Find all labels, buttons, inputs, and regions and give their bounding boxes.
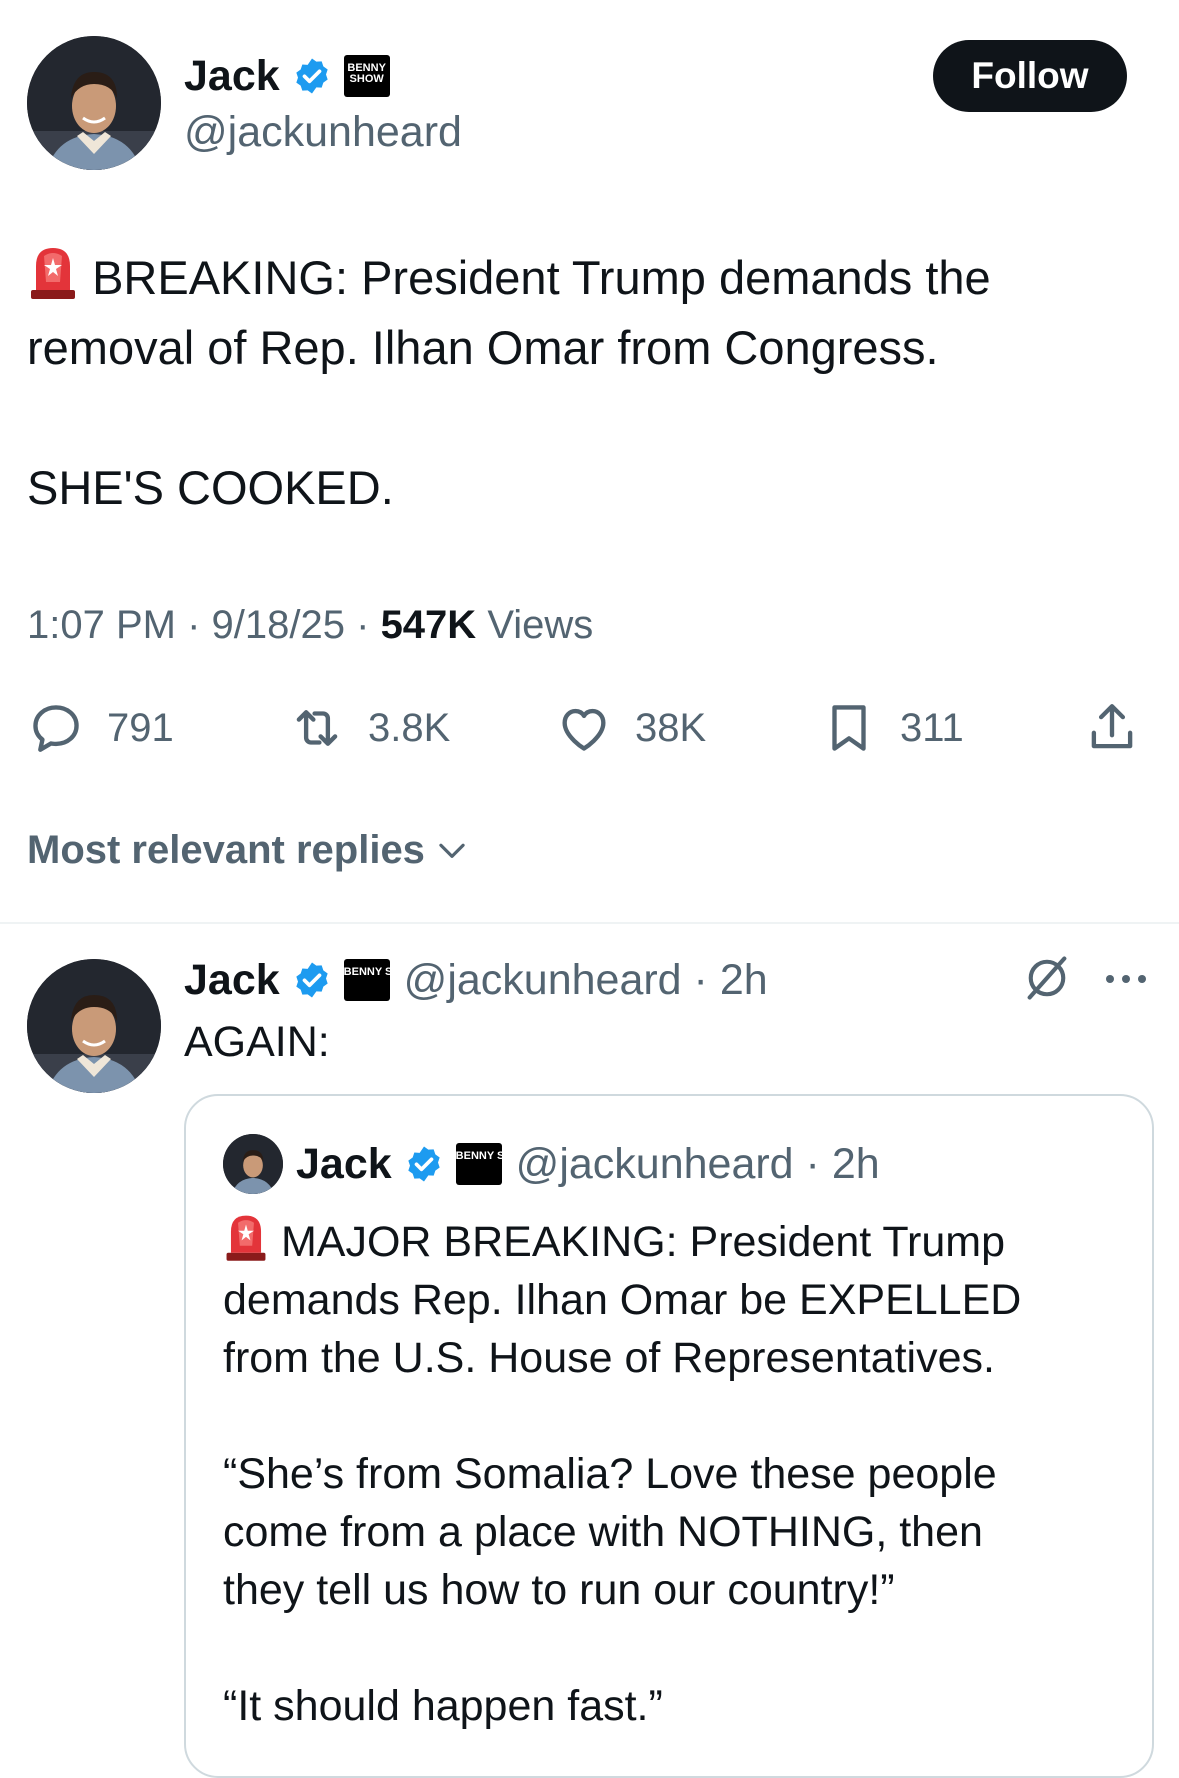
siren-emoji [31,248,75,299]
bookmark-count: 311 [900,705,964,750]
reply-button[interactable]: 791 [27,698,174,758]
verified-badge-icon [296,58,328,94]
quote-author-avatar [223,1134,283,1194]
repost-count: 3.8K [368,705,451,750]
like-button[interactable]: 38K [555,698,706,758]
tweet-line-3: SHE'S COOKED. [27,461,394,514]
meta-separator: · [356,603,381,647]
quote-line-5: come from a place with NOTHING, then [223,1508,983,1556]
quote-author-handle: @jackunheard [515,1139,794,1188]
tweet-text: BREAKING: President Trump demands the re… [27,242,1157,523]
quote-line-3: from the U.S. House of Representatives. [223,1334,995,1382]
heart-icon [562,708,606,751]
tweet-line-1: BREAKING: President Trump demands the [92,251,991,304]
repost-icon [296,710,338,746]
quote-line: MAJOR BREAKING: President Trump [223,1210,1133,1271]
bookmark-button[interactable]: 311 [820,698,964,758]
quote-line-2: demands Rep. Ilhan Omar be EXPELLED [223,1276,1022,1324]
tweet-time[interactable]: 1:07 PM [27,603,176,647]
verified-badge-icon [408,1146,440,1182]
reply-text: AGAIN: [184,1018,330,1066]
reply-header: Jack BENNY SHOW @jackunheard · 2h [184,952,768,1008]
share-icon [1091,704,1133,749]
quote-line-6: they tell us how to run our country!” [223,1566,895,1614]
replies-filter[interactable]: Most relevant replies [27,822,471,878]
section-divider [0,922,1179,924]
tweet-meta: 1:07 PM · 9/18/25 · 547K Views [27,598,593,652]
tweet-line-2: removal of Rep. Ilhan Omar from Congress… [27,321,939,374]
author-name[interactable]: Jack [184,52,280,101]
quote-line-1: MAJOR BREAKING: President Trump [280,1218,1005,1266]
reply-author-handle[interactable]: @jackunheard [404,956,682,1005]
author-name-row: Jack BENNY SHOW [184,48,390,104]
author-avatar[interactable] [27,36,161,170]
reply-author-avatar[interactable] [27,959,161,1093]
quote-line-4: “She’s from Somalia? Love these people [223,1450,997,1498]
quote-author-name: Jack [296,1139,392,1188]
follow-button[interactable]: Follow [933,40,1127,112]
bookmark-icon [832,705,866,751]
meta-separator: · [793,1139,832,1188]
author-handle[interactable]: @jackunheard [184,104,462,160]
affiliate-badge[interactable]: BENNY SHOW [343,959,419,1001]
quote-text: MAJOR BREAKING: President Trump demands … [223,1210,1133,1735]
more-icon[interactable] [1102,969,1150,989]
quote-time: 2h [831,1139,880,1188]
grok-icon[interactable] [1021,952,1073,1004]
repost-button[interactable]: 3.8K [288,698,450,758]
reply-author-name[interactable]: Jack [184,956,280,1005]
meta-separator: · [187,603,212,647]
like-count: 38K [635,705,707,750]
share-button[interactable] [1083,698,1141,758]
affiliate-badge: BENNY SHOW [455,1143,531,1185]
affiliate-badge[interactable]: BENNY SHOW [343,55,390,97]
quote-header: Jack BENNY SHOW @jackunheard · 2h [296,1136,880,1192]
chevron-down-icon [439,843,465,858]
views-count[interactable]: 547K [381,603,477,647]
replies-filter-label: Most relevant replies [27,827,425,872]
reply-icon [33,705,79,752]
reply-time[interactable]: 2h [720,956,768,1005]
siren-emoji [226,1215,266,1261]
views-label: Views [487,603,594,647]
reply-count: 791 [107,705,174,750]
tweet-date[interactable]: 9/18/25 [212,603,345,647]
verified-badge-icon [296,962,328,998]
tweet-line: BREAKING: President Trump demands the [27,242,1157,313]
quoted-tweet[interactable]: Jack BENNY SHOW @jackunheard · 2h MAJOR … [184,1094,1154,1778]
quote-line-7: “It should happen fast.” [223,1682,663,1730]
meta-separator: · [681,955,720,1004]
